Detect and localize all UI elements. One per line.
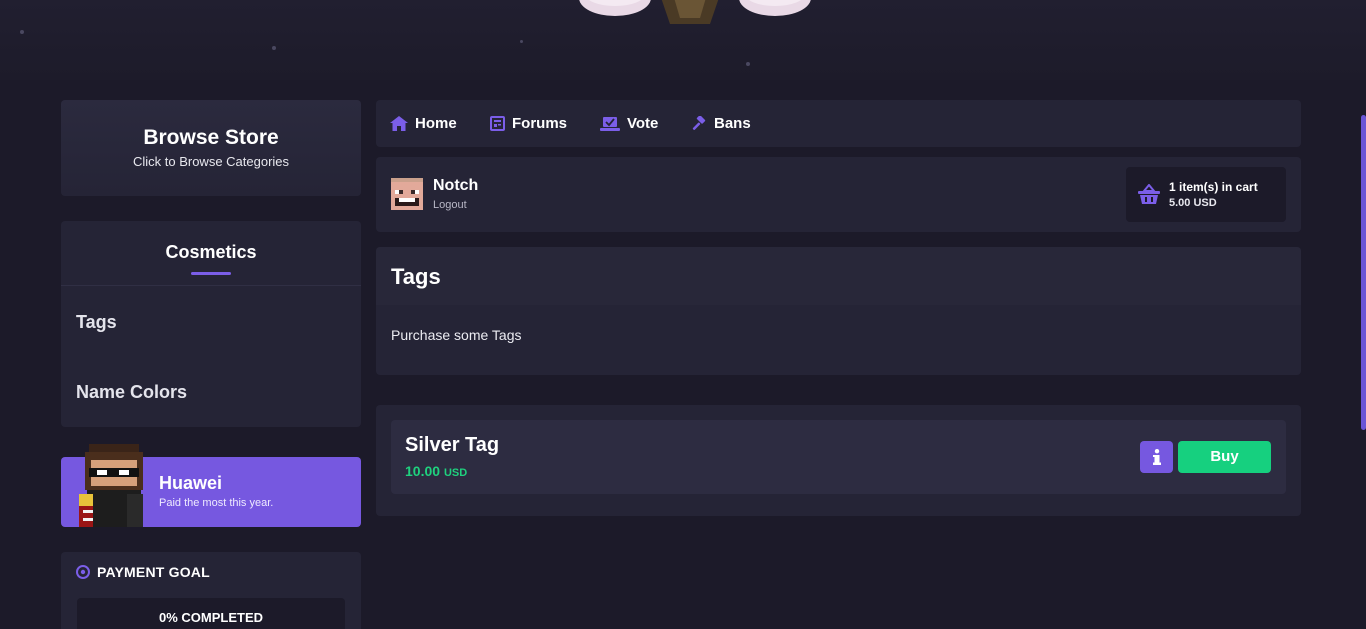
nav-forums-label: Forums bbox=[512, 115, 568, 132]
browse-store-button[interactable]: Browse Store Click to Browse Categories bbox=[61, 100, 361, 196]
decor-dot bbox=[520, 40, 523, 43]
nav-vote-label: Vote bbox=[627, 115, 659, 132]
top-customer-name: Huawei bbox=[159, 473, 223, 493]
newspaper-icon bbox=[490, 116, 505, 131]
payment-goal-title: PAYMENT GOAL bbox=[97, 564, 210, 580]
nav-bans-label: Bans bbox=[714, 115, 751, 132]
nav-forums[interactable]: Forums bbox=[490, 115, 567, 132]
logout-link[interactable]: Logout bbox=[433, 199, 467, 211]
laptop-check-icon bbox=[600, 117, 620, 131]
header-banner bbox=[0, 0, 1366, 80]
nav-home-label: Home bbox=[415, 115, 457, 132]
user-avatar bbox=[391, 178, 423, 210]
package-price: 10.00 USD bbox=[405, 463, 467, 479]
gavel-icon bbox=[692, 115, 706, 130]
cart-total: 5.00 USD bbox=[1169, 197, 1217, 209]
nav-vote[interactable]: Vote bbox=[600, 115, 658, 132]
username: Notch bbox=[433, 177, 479, 194]
package-price-amount: 10.00 bbox=[405, 463, 441, 479]
payment-goal-progress: 0% COMPLETED bbox=[77, 598, 345, 629]
category-header: Tags bbox=[376, 247, 1301, 305]
page-scrollbar[interactable] bbox=[1361, 115, 1366, 430]
category-panel-title: Cosmetics bbox=[165, 242, 257, 262]
cart-count: 1 item(s) in cart bbox=[1169, 180, 1258, 194]
nav-home[interactable]: Home bbox=[390, 115, 457, 132]
home-icon bbox=[390, 116, 408, 131]
nav-bans[interactable]: Bans bbox=[691, 115, 751, 132]
top-customer-card: Huawei Paid the most this year. bbox=[61, 444, 361, 527]
browse-store-subtitle: Click to Browse Categories bbox=[132, 154, 290, 169]
category-description-card: Tags Purchase some Tags bbox=[376, 247, 1301, 375]
package-name: Silver Tag bbox=[405, 434, 500, 456]
target-icon bbox=[76, 565, 90, 579]
info-icon bbox=[1152, 449, 1161, 465]
buy-button[interactable]: Buy bbox=[1178, 441, 1271, 473]
page-title: Tags bbox=[391, 264, 441, 289]
payment-goal-panel: PAYMENT GOAL 0% COMPLETED bbox=[61, 552, 361, 629]
top-customer-subtitle: Paid the most this year. bbox=[159, 497, 274, 509]
top-customer-skin bbox=[79, 444, 143, 527]
category-panel: Cosmetics Tags Name Colors bbox=[61, 221, 361, 427]
title-underline bbox=[191, 272, 231, 275]
decor-dot bbox=[746, 62, 750, 66]
user-bar: Notch Logout 1 item(s) in cart 5.00 USD bbox=[376, 157, 1301, 232]
package-info-button[interactable] bbox=[1140, 441, 1173, 473]
category-description: Purchase some Tags bbox=[391, 327, 522, 343]
basket-icon bbox=[1138, 184, 1160, 204]
server-logo-graphic bbox=[579, 0, 811, 24]
category-item-name-colors[interactable]: Name Colors bbox=[76, 382, 187, 403]
category-panel-header: Cosmetics bbox=[61, 221, 361, 286]
cart-button[interactable]: 1 item(s) in cart 5.00 USD bbox=[1126, 167, 1286, 222]
browse-store-title: Browse Store bbox=[143, 126, 279, 149]
category-item-tags[interactable]: Tags bbox=[76, 312, 117, 333]
top-nav: Home Forums Vote Bans bbox=[376, 100, 1301, 147]
package-price-currency: USD bbox=[443, 467, 468, 479]
package-item: Silver Tag 10.00 USD Buy bbox=[391, 420, 1286, 494]
decor-dot bbox=[272, 46, 276, 50]
package-list: Silver Tag 10.00 USD Buy bbox=[376, 405, 1301, 516]
decor-dot bbox=[20, 30, 24, 34]
